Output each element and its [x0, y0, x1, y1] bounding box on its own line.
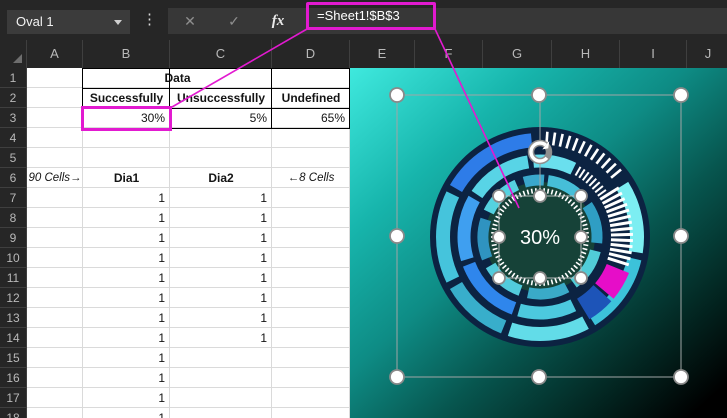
row-header-16[interactable]: 16 [0, 368, 27, 388]
cell-C12[interactable]: 1 [170, 288, 272, 308]
row-header-13[interactable]: 13 [0, 308, 27, 328]
selection-handle[interactable] [674, 88, 688, 102]
formula-input-field[interactable] [168, 8, 727, 34]
row-header-8[interactable]: 8 [0, 208, 27, 228]
column-header-E[interactable]: E [350, 40, 415, 68]
selection-handle[interactable] [390, 88, 404, 102]
row-header-12[interactable]: 12 [0, 288, 27, 308]
gauge-center-value: 30% [520, 227, 560, 249]
select-all-icon [13, 54, 22, 63]
selection-handle[interactable] [575, 272, 587, 284]
column-header-A[interactable]: A [27, 40, 83, 68]
chevron-down-icon[interactable] [114, 20, 122, 25]
formula-bar: Oval 1 ⋮ ✕ ✓ fx =Sheet1!$B$3 [0, 0, 727, 40]
row-header-3[interactable]: 3 [0, 108, 27, 128]
column-header-J[interactable]: J [687, 40, 727, 68]
cell-B16[interactable]: 1 [83, 368, 170, 388]
formula-highlight-box: =Sheet1!$B$3 [306, 2, 436, 30]
cell-B8[interactable]: 1 [83, 208, 170, 228]
cell-A6[interactable]: 90 Cells→ [27, 168, 83, 188]
cell-C8[interactable]: 1 [170, 208, 272, 228]
selection-handle[interactable] [674, 229, 688, 243]
cell-C11[interactable]: 1 [170, 268, 272, 288]
row-header-15[interactable]: 15 [0, 348, 27, 368]
cancel-icon[interactable]: ✕ [176, 8, 204, 34]
cell-C14[interactable]: 1 [170, 328, 272, 348]
column-header-H[interactable]: H [552, 40, 620, 68]
row-header-17[interactable]: 17 [0, 388, 27, 408]
row-header-11[interactable]: 11 [0, 268, 27, 288]
more-options-icon[interactable]: ⋮ [142, 11, 157, 29]
row-header-2[interactable]: 2 [0, 88, 27, 108]
data-table-border [271, 68, 272, 129]
selection-handle[interactable] [532, 88, 546, 102]
column-header-C[interactable]: C [170, 40, 272, 68]
row-header-14[interactable]: 14 [0, 328, 27, 348]
cell-C7[interactable]: 1 [170, 188, 272, 208]
cell-B17[interactable]: 1 [83, 388, 170, 408]
row-header-10[interactable]: 10 [0, 248, 27, 268]
cell-B12[interactable]: 1 [83, 288, 170, 308]
cell-B9[interactable]: 1 [83, 228, 170, 248]
selection-handle[interactable] [674, 370, 688, 384]
row-header-4[interactable]: 4 [0, 128, 27, 148]
cell-C10[interactable]: 1 [170, 248, 272, 268]
referenced-cell-highlight-B3 [81, 106, 172, 131]
cell-B11[interactable]: 1 [83, 268, 170, 288]
row-header-7[interactable]: 7 [0, 188, 27, 208]
selection-handle[interactable] [493, 272, 505, 284]
name-box[interactable]: Oval 1 [7, 10, 130, 34]
enter-icon[interactable]: ✓ [220, 8, 248, 34]
cell-B6[interactable]: Dia1 [83, 168, 170, 188]
selection-handle[interactable] [575, 190, 587, 202]
column-header-I[interactable]: I [620, 40, 687, 68]
row-header-5[interactable]: 5 [0, 148, 27, 168]
cell-B10[interactable]: 1 [83, 248, 170, 268]
column-header-D[interactable]: D [272, 40, 350, 68]
cell-B15[interactable]: 1 [83, 348, 170, 368]
selection-handle[interactable] [493, 231, 505, 243]
formula-text[interactable]: =Sheet1!$B$3 [309, 5, 433, 27]
data-table-border [82, 88, 350, 89]
selection-handle[interactable] [575, 231, 587, 243]
cell-C9[interactable]: 1 [170, 228, 272, 248]
worksheet-grid[interactable]: DataSuccessfullyUnsuccessfullyUndefined3… [27, 68, 350, 418]
selection-handle[interactable] [532, 370, 546, 384]
cell-D6[interactable]: ←8 Cells [272, 168, 350, 188]
row-header-18[interactable]: 18 [0, 408, 27, 418]
selection-handle[interactable] [534, 190, 546, 202]
cell-B14[interactable]: 1 [83, 328, 170, 348]
insert-function-icon[interactable]: fx [264, 8, 292, 34]
row-header-9[interactable]: 9 [0, 228, 27, 248]
cell-B18[interactable]: 1 [83, 408, 170, 418]
cell-C6[interactable]: Dia2 [170, 168, 272, 188]
gauge-chart-area[interactable]: 30% [350, 68, 727, 418]
row-header-1[interactable]: 1 [0, 68, 27, 88]
column-header-B[interactable]: B [83, 40, 170, 68]
cell-B13[interactable]: 1 [83, 308, 170, 328]
cell-B7[interactable]: 1 [83, 188, 170, 208]
column-header-G[interactable]: G [483, 40, 552, 68]
select-all-button[interactable] [0, 40, 27, 68]
row-header-6[interactable]: 6 [0, 168, 27, 188]
column-header-F[interactable]: F [415, 40, 483, 68]
selection-handle[interactable] [493, 190, 505, 202]
name-box-value: Oval 1 [16, 14, 54, 29]
selection-handle[interactable] [390, 229, 404, 243]
selection-handle[interactable] [390, 370, 404, 384]
cell-C13[interactable]: 1 [170, 308, 272, 328]
gauge-chart[interactable]: 30% [350, 68, 727, 418]
excel-window: Oval 1 ⋮ ✕ ✓ fx =Sheet1!$B$3 ABCDEFGHIJ … [0, 0, 727, 418]
selection-handle[interactable] [534, 272, 546, 284]
